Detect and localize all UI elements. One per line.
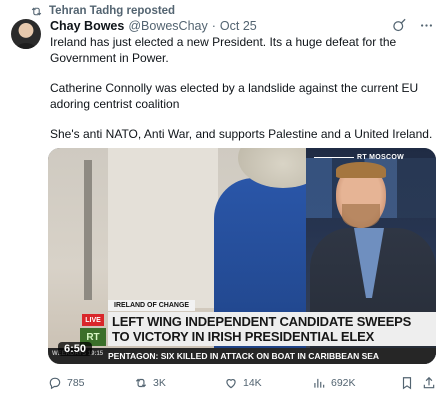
video-duration: 6:50	[58, 342, 93, 356]
news-ticker: WEEKDAYS 19:15 PENTAGON: SIX KILLED IN A…	[48, 348, 436, 364]
headline-line: LEFT WING INDEPENDENT CANDIDATE SWEEPS	[112, 314, 412, 329]
video-player[interactable]: RT MOSCOW IRELAND OF CHANGE LEFT WING IN…	[48, 148, 436, 364]
repost-icon	[135, 378, 147, 388]
reply-button[interactable]: 785	[48, 376, 85, 390]
like-button[interactable]: 14K	[224, 376, 262, 390]
channel-label: RT MOSCOW	[314, 154, 404, 161]
tweet-paragraph: Catherine Connolly was elected by a land…	[50, 81, 419, 111]
repost-context[interactable]: Tehran Tadhg reposted	[30, 4, 175, 18]
tweet-paragraph: She's anti NATO, Anti War, and supports …	[50, 127, 433, 141]
header-actions	[392, 18, 434, 33]
live-badge: LIVE	[82, 314, 104, 326]
reply-icon	[49, 377, 61, 390]
tweet-paragraph: Ireland has just elected a new President…	[50, 35, 397, 65]
heart-icon	[226, 379, 236, 389]
tweet-text: Ireland has just elected a new President…	[50, 34, 434, 156]
views-chart-icon	[314, 378, 325, 388]
author-name[interactable]: Chay Bowes	[50, 19, 124, 33]
reply-count: 785	[67, 377, 85, 389]
separator: ·	[211, 19, 216, 33]
bookmark-icon	[402, 377, 412, 390]
share-button[interactable]	[422, 376, 436, 390]
tweet-header: Chay Bowes @BowesChay · Oct 25	[50, 18, 434, 34]
news-headline: LEFT WING INDEPENDENT CANDIDATE SWEEPS T…	[112, 314, 430, 344]
segment-tag: IRELAND OF CHANGE	[108, 300, 196, 311]
repost-icon	[31, 6, 42, 16]
headline-line: TO VICTORY IN IRISH PRESIDENTIAL ELEX	[112, 329, 375, 344]
tweet-date[interactable]: Oct 25	[220, 19, 257, 33]
ticker-text: PENTAGON: SIX KILLED IN ATTACK ON BOAT I…	[108, 351, 380, 361]
presenter-beard	[342, 204, 380, 228]
views-button[interactable]: 692K	[312, 376, 356, 390]
more-icon[interactable]	[419, 18, 434, 33]
like-count: 14K	[243, 377, 262, 389]
bookmark-button[interactable]	[400, 376, 414, 390]
share-icon	[423, 376, 435, 389]
avatar[interactable]	[11, 19, 41, 49]
view-count: 692K	[331, 377, 356, 389]
repost-text: Tehran Tadhg reposted	[49, 5, 176, 17]
repost-button[interactable]: 3K	[134, 376, 166, 390]
background-wall	[108, 148, 218, 308]
grok-icon[interactable]	[392, 18, 407, 33]
background-stripe	[84, 160, 92, 300]
author-handle[interactable]: @BowesChay	[128, 19, 207, 33]
presenter-hair	[336, 162, 386, 178]
action-bar: 785 3K 14K 692K	[48, 374, 435, 392]
repost-count: 3K	[153, 377, 166, 389]
